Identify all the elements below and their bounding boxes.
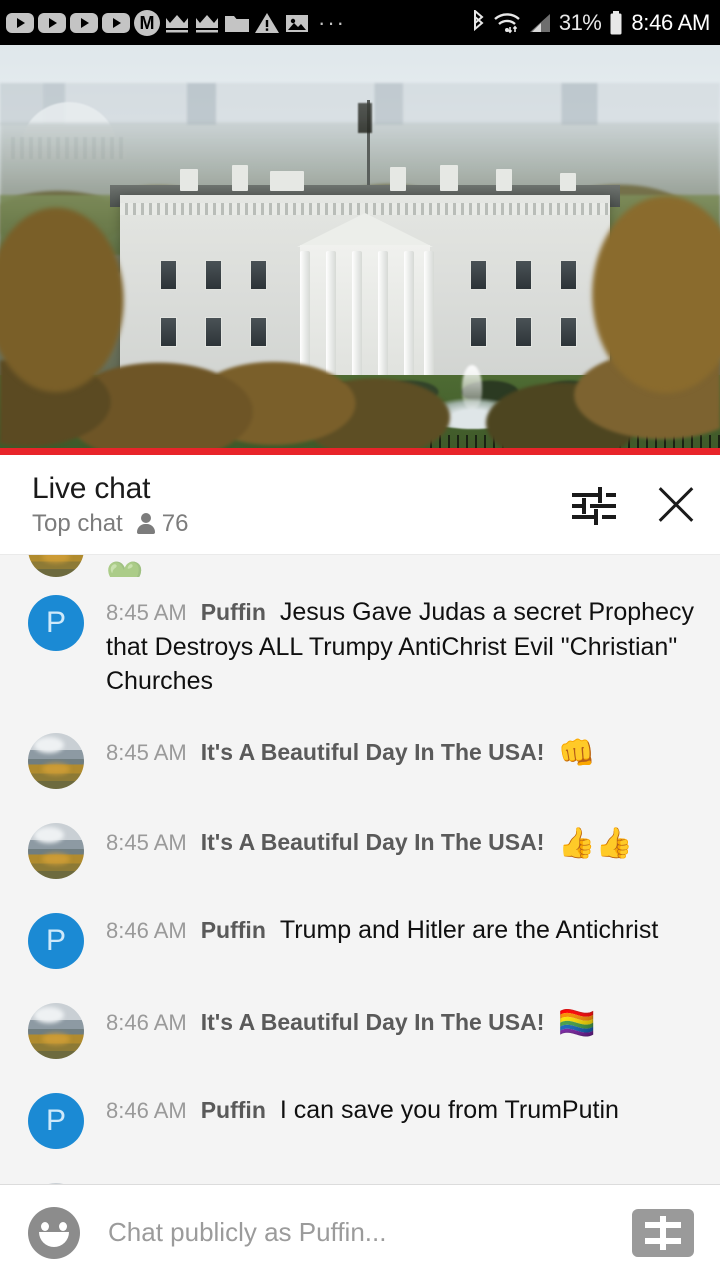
chat-message[interactable]: P 8:46 AM Puffin I can save you from TrumP… [0,1075,720,1165]
chat-message-body: 8:46 AM Puffin I can save you from TrumPut… [106,1091,702,1128]
avatar[interactable] [28,822,84,879]
message-text: Trump and Hitler are the Antichrist [279,915,659,944]
message-text: Jesus Gave Judas a secret Prophecy that … [106,598,694,695]
youtube-icon [102,12,130,33]
folder-icon [224,12,250,34]
chat-message-list[interactable]: 💚 P 8:45 AMPuffinJesus Gave Judas a secr… [0,555,720,1184]
chat-message[interactable]: 8:46 AMIt's A Beautiful Day In The USA!❤… [0,1165,720,1185]
live-chat-header-text: Live chat Top chat 76 [32,472,188,538]
more-icon: ··· [318,9,346,35]
message-text: I can save you from TrumPutin [279,1095,619,1124]
message-timestamp: 8:45 AM [106,600,187,625]
chat-message-body: 8:45 AM It's A Beautiful Day In The USA! 👊 [106,731,702,774]
viewer-count: 76 [161,509,189,537]
youtube-icon [38,12,66,33]
status-bar-left-icons: M ··· [6,9,350,36]
video-chimney [180,169,198,191]
avatar[interactable] [28,732,84,789]
chat-message-body: 8:46 AM Puffin Trump and Hitler are the An… [106,911,702,948]
chat-message[interactable]: 8:46 AM It's A Beautiful Day In The USA! 🏳… [0,985,720,1075]
message-emoji: 💚 [106,561,143,577]
message-timestamp: 8:45 AM [106,739,187,765]
message-username[interactable]: Puffin [201,917,266,943]
image-icon [284,12,310,34]
video-flag [358,103,372,133]
video-player[interactable] [0,45,720,455]
avatar[interactable] [28,1182,84,1184]
warning-icon [254,11,280,35]
battery-icon [608,10,624,36]
status-bar-right: 31% 8:46 AM [470,9,710,36]
super-chat-dollar-icon[interactable] [632,1208,694,1257]
video-window [205,260,222,290]
chat-message-body: 8:45 AM Puffin Jesus Gave Judas a secret P… [106,593,702,699]
youtube-live-chat-screen: M ··· 31% 8:46 AM Live chat Top chat 76 … [0,0,720,1280]
message-emoji: 👊 [558,736,596,770]
avatar[interactable]: P [28,912,84,969]
message-emoji: 👍👍 [558,826,634,860]
video-chimney [390,167,406,191]
youtube-icon [70,12,98,33]
chat-input[interactable] [108,1217,620,1248]
message-username[interactable]: It's A Beautiful Day In The USA! [201,829,545,855]
video-window [515,260,532,290]
message-emoji: 🏳️‍🌈 [558,1006,596,1040]
battery-percent: 31% [558,9,602,35]
message-username[interactable]: Puffin [201,599,266,625]
viewer-count-group: 76 [136,509,189,538]
video-portico-pediment [297,213,433,247]
m-app-icon: M [134,9,160,36]
chat-message-body: 8:45 AM It's A Beautiful Day In The USA! 👍… [106,821,702,864]
message-timestamp: 8:45 AM [106,829,187,855]
message-username[interactable]: Puffin [201,1097,266,1123]
youtube-icon [6,12,34,33]
live-chat-header: Live chat Top chat 76 [0,455,720,555]
tune-icon[interactable] [572,485,616,525]
emoji-face-icon[interactable] [28,1206,80,1259]
chat-message-body: 8:46 AM It's A Beautiful Day In The USA! 🏳… [106,1001,702,1044]
message-timestamp: 8:46 AM [106,1009,187,1035]
video-chimney [232,165,248,191]
message-timestamp: 8:46 AM [106,1097,187,1123]
message-username[interactable]: It's A Beautiful Day In The USA! [201,1009,545,1035]
message-username[interactable]: It's A Beautiful Day In The USA! [201,739,545,765]
video-left-tree [0,165,170,455]
video-window [250,260,267,290]
message-timestamp: 8:46 AM [106,917,187,943]
chat-message-body: 💚 [106,555,702,577]
live-chat-subheader: Top chat 76 [32,510,188,538]
wifi-icon [493,11,521,35]
live-chat-header-actions [572,483,698,527]
cell-signal-icon [528,11,552,35]
crown-icon [194,12,220,34]
close-icon[interactable] [654,483,698,527]
avatar[interactable] [28,555,84,577]
avatar[interactable] [28,1002,84,1059]
chat-message[interactable]: P 8:45 AM Puffin Jesus Gave Judas a secret… [0,577,720,715]
avatar[interactable]: P [28,1092,84,1149]
person-icon [136,512,155,535]
video-chimney [496,169,512,191]
avatar[interactable]: P [28,595,84,651]
live-chat-title: Live chat [32,471,151,505]
video-right-tree [540,155,720,455]
video-progress-bar[interactable] [0,448,720,455]
status-bar-clock: 8:46 AM [631,9,710,35]
chat-message[interactable]: P 8:46 AM Puffin Trump and Hitler are the … [0,895,720,985]
status-bar: M ··· 31% 8:46 AM [0,0,720,45]
chat-mode-label[interactable]: Top chat [32,510,123,538]
video-window [470,260,487,290]
chat-message[interactable]: 8:45 AM It's A Beautiful Day In The USA! 👍… [0,805,720,895]
chat-message-body: 8:46 AMIt's A Beautiful Day In The USA!❤… [106,1181,702,1185]
crown-icon [164,12,190,34]
bluetooth-icon [470,9,486,36]
chat-message[interactable]: 8:45 AM It's A Beautiful Day In The USA! 👊 [0,715,720,805]
video-chimney [270,171,304,191]
video-chimney [440,165,458,191]
chat-composer [0,1184,720,1280]
chat-message-partial[interactable]: 💚 [0,555,720,577]
